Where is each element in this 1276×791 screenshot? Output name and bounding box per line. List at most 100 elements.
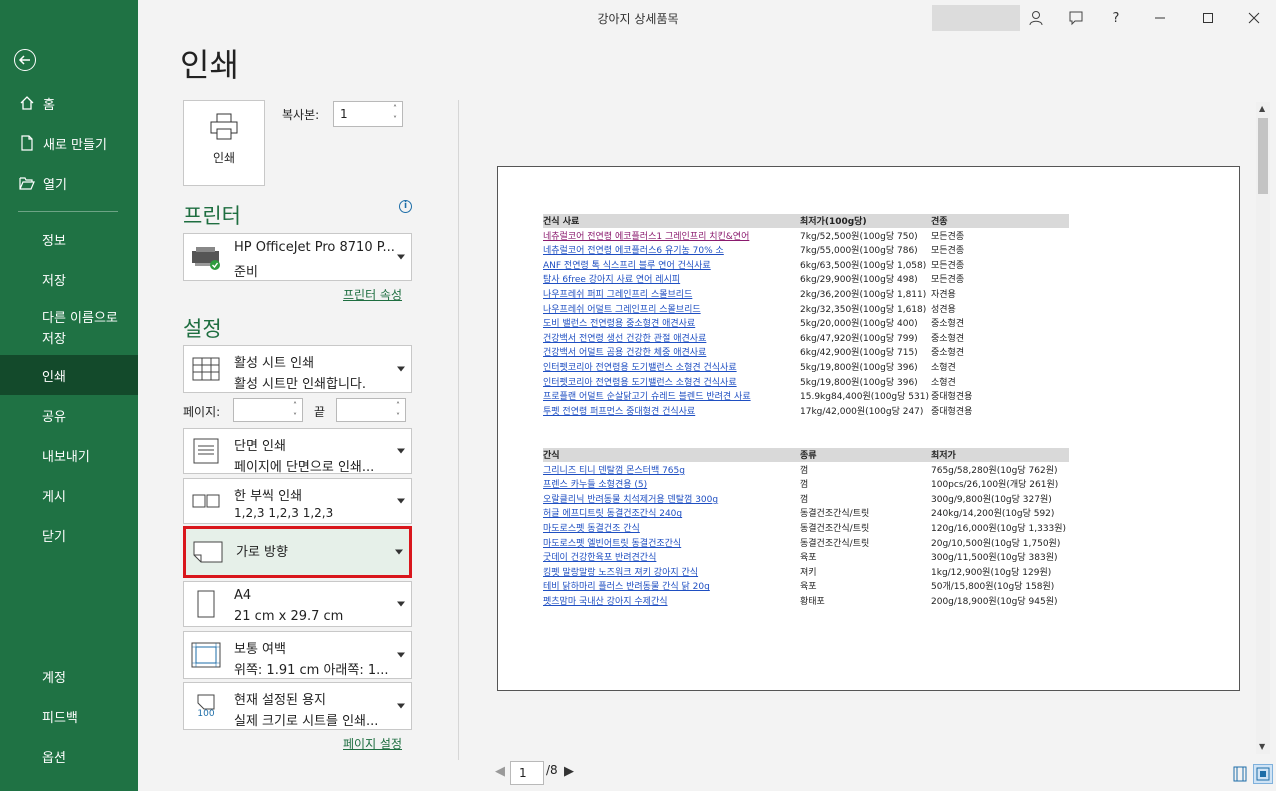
product-link[interactable]: 나우프레쉬 어덜트 그레인프리 스몰브리드	[543, 302, 798, 315]
product-link[interactable]: 마도로스펫 엘빈어트릿 동결건조간식	[543, 536, 798, 549]
sides-dropdown[interactable]: 단면 인쇄 페이지에 단면으로 인쇄...	[183, 428, 412, 475]
zoom-to-page-icon[interactable]	[1253, 764, 1273, 784]
next-page-icon[interactable]: ▶	[564, 764, 574, 779]
margins-dropdown[interactable]: 보통 여백 위쪽: 1.91 cm 아래쪽: 1...	[183, 631, 412, 679]
table-cell: 중대형견용	[931, 406, 973, 417]
product-link[interactable]: ANF 전연령 톡 식스프리 블루 연어 건식사료	[543, 258, 798, 271]
preview-scrollbar[interactable]	[1256, 102, 1270, 754]
close-icon[interactable]	[1242, 6, 1266, 30]
scaling-dropdown[interactable]: 100 현재 설정된 용지 실제 크기로 시트를 인쇄...	[183, 682, 412, 730]
margins-desc: 위쪽: 1.91 cm 아래쪽: 1...	[234, 663, 389, 678]
print-scope-dropdown[interactable]: 활성 시트 인쇄 활성 시트만 인쇄합니다.	[183, 345, 412, 393]
nav-label: 저장	[42, 273, 66, 289]
chevron-down-icon	[397, 448, 405, 454]
nav-options[interactable]: 옵션	[0, 736, 138, 776]
product-link[interactable]: 프렌스 카누들 소형견용 (5)	[543, 477, 798, 490]
maximize-icon[interactable]	[1196, 6, 1220, 30]
product-link[interactable]: 네츄럴코어 전연령 에코플러스6 유기농 70% 소	[543, 243, 798, 256]
product-link[interactable]: 펫츠맘마 국내산 강아지 수제간식	[543, 594, 798, 607]
product-link[interactable]: 허글 에프디트릿 동결건조간식 240g	[543, 506, 798, 519]
printer-dropdown[interactable]: HP OfficeJet Pro 8710 P... 준비	[183, 233, 412, 281]
nav-label: 인쇄	[42, 369, 66, 385]
product-link[interactable]: 오랄클리닉 반려동물 치석제거용 덴탈껌 300g	[543, 492, 798, 505]
person-icon[interactable]	[1024, 6, 1048, 30]
page-title: 인쇄	[180, 46, 239, 84]
info-icon[interactable]: i	[399, 200, 412, 213]
printer-name: HP OfficeJet Pro 8710 P...	[234, 240, 394, 255]
nav-label: 다른 이름으로	[42, 311, 118, 326]
product-link[interactable]: 인터펫코리아 전연령용 도기밸런스 소형견 건식사료	[543, 375, 798, 388]
help-icon[interactable]: ?	[1104, 6, 1128, 30]
paper-size-dropdown[interactable]: A4 21 cm x 29.7 cm	[183, 581, 412, 627]
product-link[interactable]: 도비 밸런스 전연령용 중소형견 애견사료	[543, 316, 798, 329]
nav-label: 피드백	[42, 710, 78, 726]
table-cell: 300g/11,500원(10g당 383원)	[931, 553, 1058, 564]
table-cell: 동결건조간식/트릿	[800, 538, 870, 549]
printer-properties-link[interactable]: 프린터 속성	[343, 286, 402, 303]
nav-share[interactable]: 공유	[0, 395, 138, 435]
product-link[interactable]: 킹펫 말랑말랑 노즈워크 져키 강아지 간식	[543, 565, 798, 578]
comment-icon[interactable]	[1064, 6, 1088, 30]
product-link[interactable]: 나우프레쉬 퍼피 그레인프리 스몰브리드	[543, 287, 798, 300]
nav-close[interactable]: 닫기	[0, 515, 138, 555]
orientation-dropdown[interactable]: 가로 방향	[183, 526, 412, 578]
product-link[interactable]: 인터펫코리아 전연령용 도기밸런스 소형견 건식사료	[543, 360, 798, 373]
back-button[interactable]	[14, 49, 36, 71]
product-link[interactable]: 테비 닭하마리 플러스 반려동물 간식 닭 20g	[543, 579, 798, 592]
table-cell: 7kg/55,000원(100g당 786)	[800, 246, 918, 257]
print-scope-title: 활성 시트 인쇄	[234, 356, 315, 371]
table-cell: 6kg/63,500원(100g당 1,058)	[800, 260, 927, 271]
product-link[interactable]: 네츄럴코어 전연령 에코플러스1 그레인프리 치킨&연어	[543, 229, 798, 242]
table-cell: 중소형견	[931, 348, 965, 359]
show-margins-icon[interactable]	[1232, 766, 1248, 782]
nav-save[interactable]: 저장	[0, 259, 138, 299]
scrollbar-thumb[interactable]	[1258, 118, 1268, 194]
nav-label: 계정	[42, 670, 66, 686]
table-cell: 모든견종	[931, 231, 965, 242]
backstage-nav: 홈 새로 만들기 열기 정보 저장 다른 이름으로 저장 인쇄 공유 내보내기 …	[0, 0, 138, 791]
nav-publish[interactable]: 게시	[0, 475, 138, 515]
current-page-input[interactable]: 1	[510, 761, 544, 785]
nav-open[interactable]: 열기	[0, 163, 138, 203]
sheet-grid-icon	[190, 354, 222, 384]
table-cell: 육포	[800, 553, 817, 564]
product-link[interactable]: 굿데이 건강한육포 반려견간식	[543, 550, 798, 563]
nav-save-as[interactable]: 다른 이름으로 저장	[0, 305, 138, 349]
nav-label: 저장	[42, 332, 66, 347]
nav-home[interactable]: 홈	[0, 83, 138, 123]
page-to-spinner[interactable]: ˄ ˅	[393, 400, 403, 422]
table-cell: 7kg/52,500원(100g당 750)	[800, 231, 918, 242]
nav-info[interactable]: 정보	[0, 219, 138, 259]
print-button[interactable]: 인쇄	[183, 100, 265, 186]
product-link[interactable]: 건강백서 어덜트 곰용 건강한 체중 애견사료	[543, 345, 798, 358]
product-link[interactable]: 건강백서 전연령 생선 건강한 관절 애견사료	[543, 331, 798, 344]
page-to-input[interactable]: ˄ ˅	[336, 398, 406, 422]
minimize-icon[interactable]	[1148, 6, 1172, 30]
scroll-up-icon[interactable]: ▲	[1259, 104, 1265, 113]
single-sided-icon	[190, 436, 222, 466]
page-from-spinner[interactable]: ˄ ˅	[290, 400, 300, 422]
table-cell: 모든견종	[931, 246, 965, 257]
scroll-down-icon[interactable]: ▼	[1259, 742, 1265, 751]
product-link[interactable]: 투펫 전연령 퍼프먼스 중대형견 건식사료	[543, 404, 798, 417]
prev-page-icon[interactable]: ◀	[495, 764, 505, 779]
nav-account[interactable]: 계정	[0, 656, 138, 696]
product-link[interactable]: 마도로스펫 동결건조 간식	[543, 521, 798, 534]
settings-section-title: 설정	[183, 317, 222, 341]
nav-print[interactable]: 인쇄	[0, 355, 138, 395]
copies-input[interactable]: 1 ˄ ˅	[333, 101, 403, 127]
chevron-down-icon	[397, 254, 405, 260]
product-link[interactable]: 프로플랜 어덜트 순살닭고기 슈레드 블렌드 반려견 사료	[543, 389, 798, 402]
page-from-input[interactable]: ˄ ˅	[233, 398, 303, 422]
product-link[interactable]: 탐사 6free 강아지 사료 연어 레시피	[543, 272, 798, 285]
copies-spinner[interactable]: ˄ ˅	[390, 103, 400, 125]
table-cell: 5kg/19,800원(100g당 396)	[800, 363, 918, 373]
nav-feedback[interactable]: 피드백	[0, 696, 138, 736]
account-name-box[interactable]	[932, 5, 1020, 31]
page-setup-link[interactable]: 페이지 설정	[343, 735, 402, 752]
table-header-cell: 간식	[543, 451, 560, 461]
collate-dropdown[interactable]: 한 부씩 인쇄 1,2,3 1,2,3 1,2,3	[183, 478, 412, 524]
nav-new[interactable]: 새로 만들기	[0, 123, 138, 163]
nav-export[interactable]: 내보내기	[0, 435, 138, 475]
product-link[interactable]: 그리니즈 티니 덴탈껌 몬스터백 765g	[543, 463, 798, 476]
